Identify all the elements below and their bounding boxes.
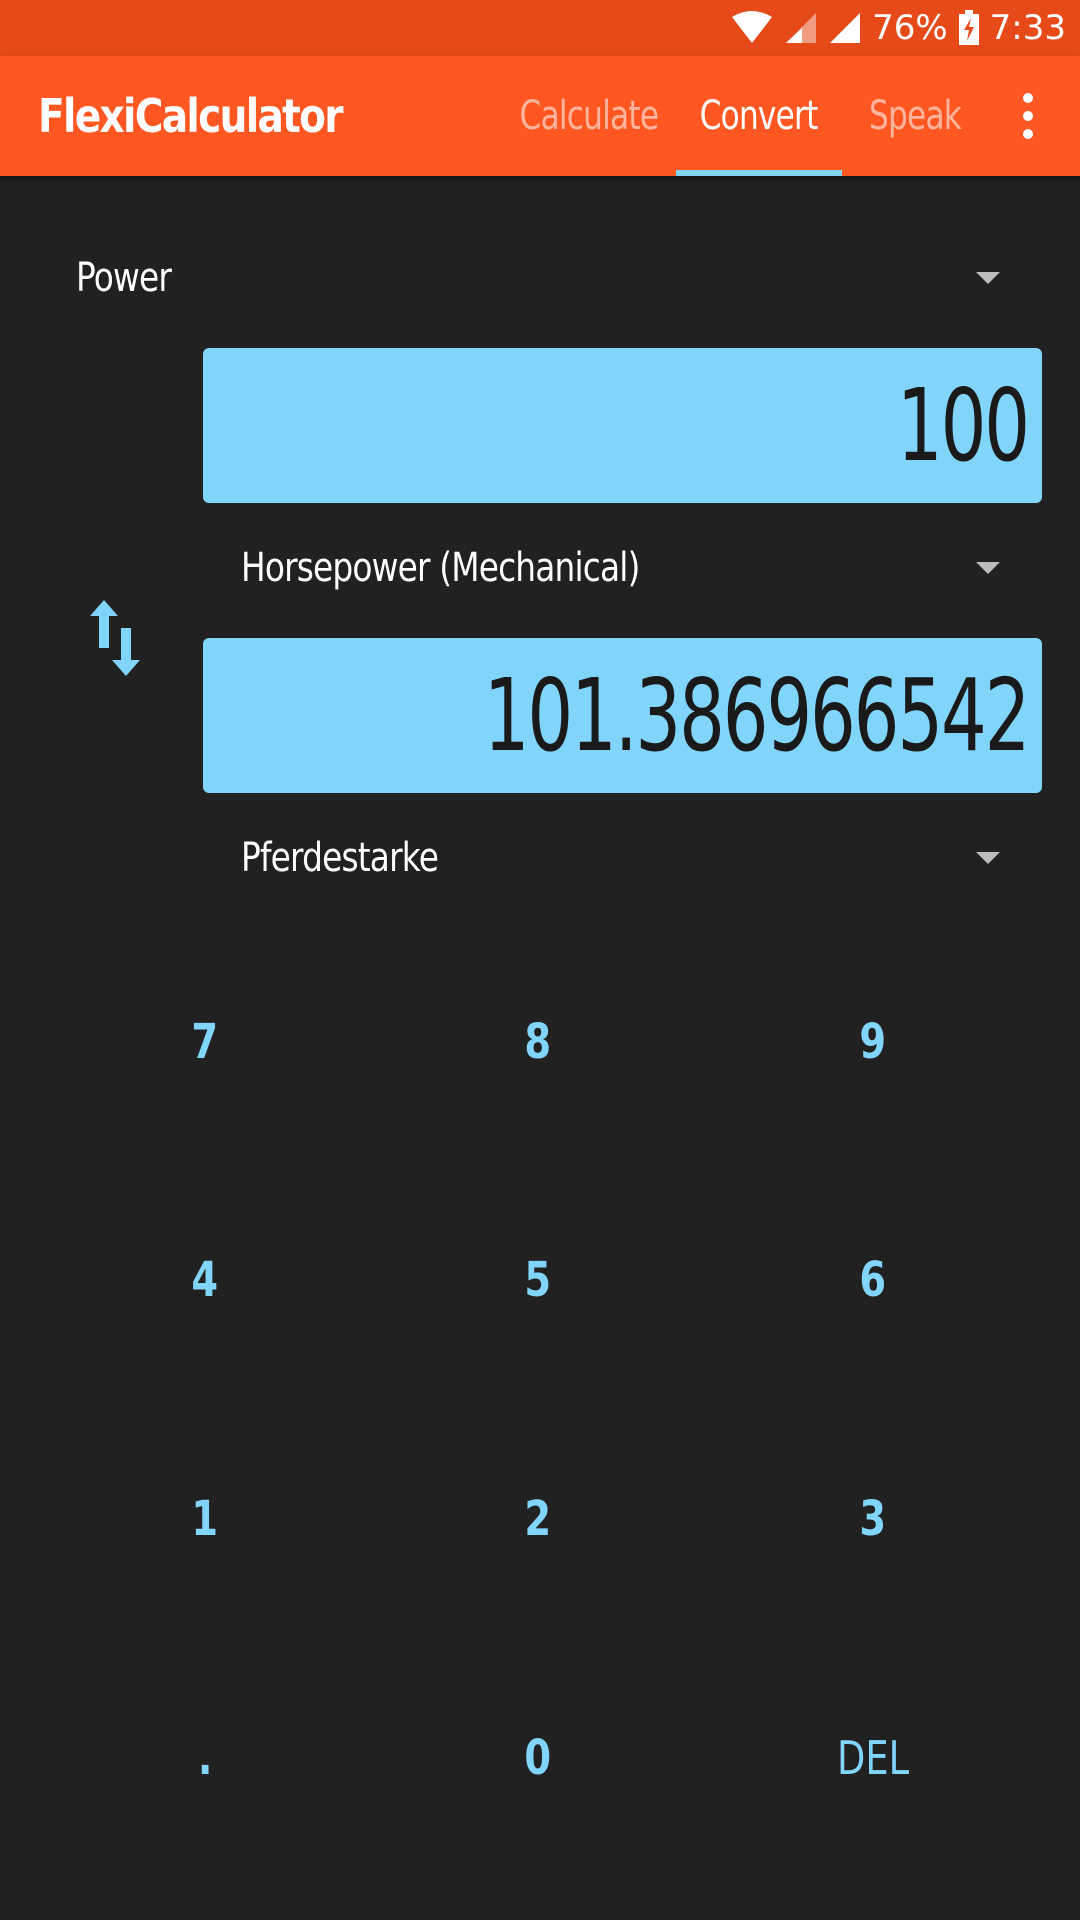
swap-vertical-icon — [90, 600, 140, 676]
chevron-down-icon — [976, 272, 1000, 284]
key-7[interactable]: 7 — [45, 932, 365, 1152]
key-7-label: 7 — [191, 1014, 219, 1070]
tab-calculate[interactable]: Calculate — [500, 56, 660, 176]
key-5[interactable]: 5 — [378, 1170, 698, 1390]
clock: 7:33 — [989, 8, 1066, 48]
input-unit-spinner[interactable]: Horsepower (Mechanical) — [241, 528, 1000, 608]
key-decimal[interactable]: . — [45, 1648, 365, 1868]
key-5-label: 5 — [524, 1252, 552, 1308]
key-4[interactable]: 4 — [45, 1170, 365, 1390]
tab-calculate-label: Calculate — [519, 93, 659, 139]
key-3-label: 3 — [859, 1491, 887, 1547]
key-1-label: 1 — [191, 1491, 219, 1547]
swap-units-button[interactable] — [80, 596, 150, 680]
tab-convert[interactable]: Convert — [676, 56, 842, 176]
key-2[interactable]: 2 — [378, 1409, 698, 1629]
input-value: 100 — [897, 367, 1030, 484]
wifi-icon — [732, 11, 773, 43]
key-0-label: 0 — [524, 1730, 552, 1786]
output-unit-label: Pferdestarke — [241, 835, 439, 881]
active-tab-indicator — [676, 170, 842, 176]
status-icons: 76% 7:33 — [720, 0, 1066, 56]
key-3[interactable]: 3 — [713, 1409, 1033, 1629]
more-vert-icon[interactable] — [1000, 80, 1056, 152]
battery-percent: 76% — [872, 8, 948, 48]
key-2-label: 2 — [524, 1491, 552, 1547]
tab-speak-label: Speak — [868, 93, 962, 139]
output-unit-spinner[interactable]: Pferdestarke — [241, 818, 1000, 898]
app-bar: FlexiCalculator Calculate Convert Speak — [0, 56, 1080, 176]
battery-charging-icon — [958, 10, 979, 45]
output-value: 101.386966542 — [483, 657, 1030, 774]
category-label: Power — [76, 255, 172, 301]
app-title: FlexiCalculator — [38, 89, 344, 143]
key-4-label: 4 — [191, 1252, 219, 1308]
input-unit-label: Horsepower (Mechanical) — [241, 545, 640, 591]
status-bar: 76% 7:33 — [0, 0, 1080, 56]
key-1[interactable]: 1 — [45, 1409, 365, 1629]
key-6[interactable]: 6 — [713, 1170, 1033, 1390]
signal-weak-icon — [786, 13, 817, 43]
key-6-label: 6 — [859, 1252, 887, 1308]
signal-icon — [830, 13, 861, 43]
tab-convert-label: Convert — [700, 93, 819, 139]
delete-button[interactable]: DEL — [713, 1648, 1033, 1868]
key-decimal-label: . — [197, 1730, 213, 1786]
output-value-field[interactable]: 101.386966542 — [203, 638, 1042, 793]
chevron-down-icon — [976, 562, 1000, 574]
delete-label: DEL — [836, 1731, 910, 1785]
key-9[interactable]: 9 — [713, 932, 1033, 1152]
tab-speak[interactable]: Speak — [856, 56, 970, 176]
key-8[interactable]: 8 — [378, 932, 698, 1152]
key-0[interactable]: 0 — [378, 1648, 698, 1868]
chevron-down-icon — [976, 852, 1000, 864]
key-8-label: 8 — [524, 1014, 552, 1070]
input-value-field[interactable]: 100 — [203, 348, 1042, 503]
key-9-label: 9 — [859, 1014, 887, 1070]
category-spinner[interactable]: Power — [76, 238, 1000, 318]
